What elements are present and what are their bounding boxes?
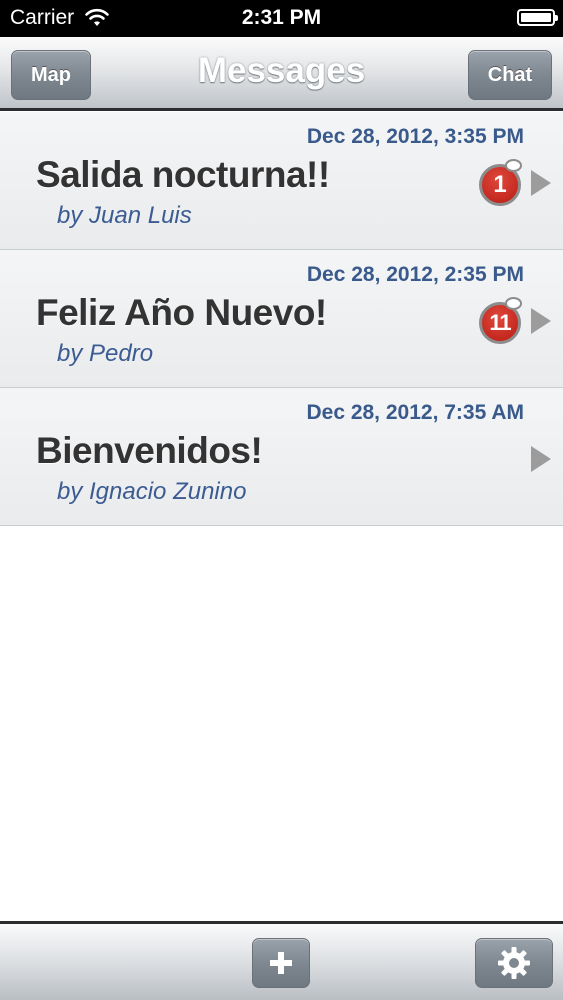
message-title: Salida nocturna!! bbox=[36, 154, 330, 195]
message-row[interactable]: Dec 28, 2012, 2:35 PM Feliz Año Nuevo! b… bbox=[0, 250, 563, 388]
unread-badge: 1 bbox=[479, 159, 522, 206]
message-list: Dec 28, 2012, 3:35 PM Salida nocturna!! … bbox=[0, 112, 563, 526]
speech-bubble-icon bbox=[505, 159, 522, 172]
message-date: Dec 28, 2012, 7:35 AM bbox=[306, 401, 524, 424]
message-row[interactable]: Dec 28, 2012, 3:35 PM Salida nocturna!! … bbox=[0, 112, 563, 250]
disclosure-arrow-icon[interactable] bbox=[531, 308, 551, 334]
unread-count: 1 bbox=[493, 171, 507, 198]
message-author: by Pedro bbox=[57, 340, 154, 367]
message-author: by Ignacio Zunino bbox=[57, 478, 247, 505]
speech-bubble-icon bbox=[505, 297, 522, 310]
settings-button[interactable] bbox=[475, 938, 553, 988]
chat-button[interactable]: Chat bbox=[468, 50, 552, 100]
message-date: Dec 28, 2012, 2:35 PM bbox=[306, 263, 524, 286]
message-title: Feliz Año Nuevo! bbox=[36, 292, 327, 333]
message-title: Bienvenidos! bbox=[36, 430, 263, 471]
unread-badge: 11 bbox=[479, 297, 522, 344]
message-author: by Juan Luis bbox=[57, 202, 192, 229]
status-bar: Carrier 2:31 PM bbox=[0, 0, 563, 37]
navigation-bar: Map Messages Chat bbox=[0, 37, 563, 111]
message-row[interactable]: Dec 28, 2012, 7:35 AM Bienvenidos! by Ig… bbox=[0, 388, 563, 526]
clock: 2:31 PM bbox=[241, 6, 322, 29]
plus-icon bbox=[270, 952, 292, 974]
message-date: Dec 28, 2012, 3:35 PM bbox=[306, 125, 524, 148]
disclosure-arrow-icon[interactable] bbox=[531, 170, 551, 196]
unread-count: 11 bbox=[489, 310, 511, 335]
add-message-button[interactable] bbox=[252, 938, 310, 988]
bottom-toolbar bbox=[0, 921, 563, 1000]
battery-icon bbox=[517, 9, 558, 26]
gear-icon bbox=[498, 947, 530, 979]
disclosure-arrow-icon[interactable] bbox=[531, 446, 551, 472]
